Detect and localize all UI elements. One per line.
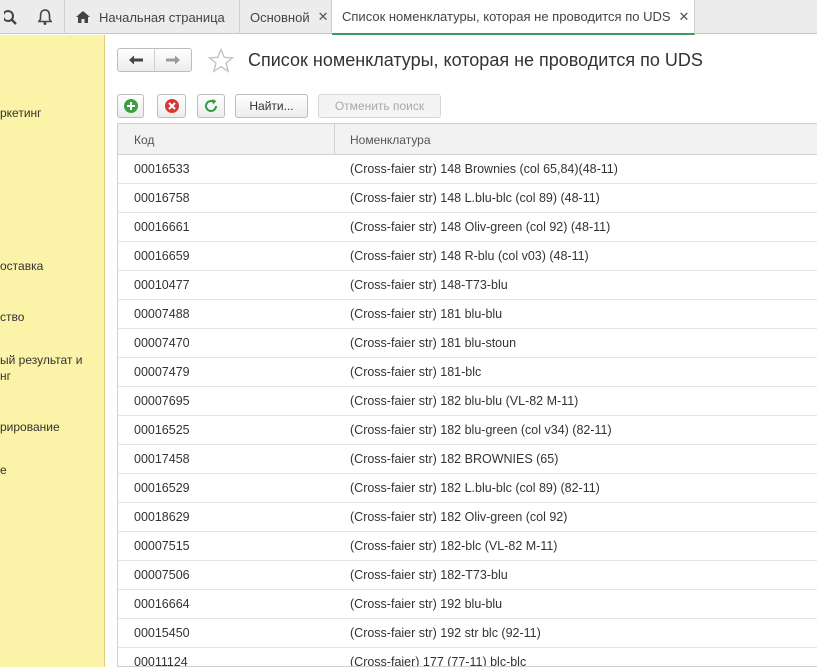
delete-button[interactable] — [157, 94, 186, 118]
table-row[interactable]: 00007470 (Cross-faier str) 181 blu-stoun — [118, 329, 817, 358]
close-icon[interactable]: ✕ — [679, 9, 690, 25]
cell-name: (Cross-faier str) 192 blu-blu — [350, 597, 503, 611]
table-row[interactable]: 00016529 (Cross-faier str) 182 L.blu-blc … — [118, 474, 817, 503]
cell-code: 00015450 — [134, 626, 190, 640]
delete-icon — [164, 98, 180, 114]
nav-buttons — [117, 48, 192, 72]
bell-icon[interactable] — [30, 0, 60, 34]
tab-main[interactable]: Основной ✕ — [240, 0, 332, 34]
tab-label: Основной — [250, 9, 310, 25]
sidebar-item-production[interactable]: ство — [0, 309, 104, 325]
cell-code: 00016533 — [134, 162, 190, 176]
cell-name: (Cross-faier str) 182-blc (VL-82 M-11) — [350, 539, 558, 553]
tab-home[interactable]: Начальная страница — [64, 0, 240, 34]
cell-name: (Cross-faier str) 182 BROWNIES (65) — [350, 452, 559, 466]
cell-name: (Cross-faier str) 182 blu-green (col v34… — [350, 423, 612, 437]
add-button[interactable] — [117, 94, 144, 118]
cell-code: 00016525 — [134, 423, 190, 437]
search-icon[interactable] — [0, 0, 26, 34]
cell-code: 00007470 — [134, 336, 190, 350]
star-icon[interactable] — [207, 47, 235, 76]
table-row[interactable]: 00011124 (Cross-faier) 177 (77-11) blc-bl… — [118, 648, 817, 667]
table-row[interactable]: 00015450 (Cross-faier str) 192 str blc (9… — [118, 619, 817, 648]
cell-code: 00007695 — [134, 394, 190, 408]
tab-label: Начальная страница — [99, 9, 225, 25]
cell-name: (Cross-faier str) 148 Brownies (col 65,8… — [350, 162, 618, 176]
cell-name: (Cross-faier str) 182 blu-blu (VL-82 M-1… — [350, 394, 579, 408]
cell-code: 00016661 — [134, 220, 190, 234]
sidebar-item-marketing[interactable]: ркетинг — [0, 105, 104, 121]
sidebar-item-other[interactable]: е — [0, 462, 104, 478]
items-table: Код Номенклатура 00016533 (Cross-faier st… — [117, 123, 817, 667]
cell-code: 00017458 — [134, 452, 190, 466]
forward-button[interactable] — [154, 49, 191, 71]
cell-name: (Cross-faier str) 148-T73-blu — [350, 278, 508, 292]
cell-code: 00007488 — [134, 307, 190, 321]
cell-name: (Cross-faier str) 182 Oliv-green (col 92… — [350, 510, 568, 524]
cell-name: (Cross-faier str) 182 L.blu-blc (col 89)… — [350, 481, 600, 495]
refresh-icon — [203, 98, 219, 114]
cell-name: (Cross-faier str) 181 blu-stoun — [350, 336, 517, 350]
cell-name: (Cross-faier str) 181-blc — [350, 365, 482, 379]
table-row[interactable]: 00016661 (Cross-faier str) 148 Oliv-green… — [118, 213, 817, 242]
table-row[interactable]: 00007479 (Cross-faier str) 181-blc — [118, 358, 817, 387]
column-header-name[interactable]: Номенклатура — [350, 124, 431, 155]
sidebar-item-financial-result-cont[interactable]: нг — [0, 368, 104, 384]
cell-code: 00016664 — [134, 597, 190, 611]
cell-code: 00007506 — [134, 568, 190, 582]
table-row[interactable]: 00007515 (Cross-faier str) 182-blc (VL-82… — [118, 532, 817, 561]
cell-name: (Cross-faier str) 181 blu-blu — [350, 307, 503, 321]
table-row[interactable]: 00007506 (Cross-faier str) 182-T73-blu — [118, 561, 817, 590]
find-button[interactable]: Найти... — [235, 94, 308, 118]
main-content: Список номенклатуры, которая не проводит… — [106, 35, 817, 667]
sidebar-item-financial-result[interactable]: ый результат и — [0, 352, 104, 368]
cell-code: 00016659 — [134, 249, 190, 263]
refresh-button[interactable] — [197, 94, 225, 118]
back-button[interactable] — [118, 49, 154, 71]
forward-arrow-icon — [165, 54, 181, 66]
cancel-search-button[interactable]: Отменить поиск — [318, 94, 441, 118]
table-header: Код Номенклатура — [118, 124, 817, 155]
column-header-code[interactable]: Код — [134, 124, 154, 155]
column-divider — [334, 124, 335, 155]
back-arrow-icon — [128, 54, 144, 66]
page-title: Список номенклатуры, которая не проводит… — [248, 50, 703, 70]
tab-uds-list[interactable]: Список номенклатуры, которая не проводит… — [332, 0, 695, 35]
table-row[interactable]: 00016659 (Cross-faier str) 148 R-blu (col… — [118, 242, 817, 271]
table-row[interactable]: 00010477 (Cross-faier str) 148-T73-blu — [118, 271, 817, 300]
home-icon — [75, 10, 91, 24]
cell-code: 00016758 — [134, 191, 190, 205]
cell-name: (Cross-faier str) 148 Oliv-green (col 92… — [350, 220, 611, 234]
cell-name: (Cross-faier str) 148 L.blu-blc (col 89)… — [350, 191, 600, 205]
cell-code: 00007515 — [134, 539, 190, 553]
sidebar-item-delivery[interactable]: оставка — [0, 258, 104, 274]
table-row[interactable]: 00007488 (Cross-faier str) 181 blu-blu — [118, 300, 817, 329]
cell-code: 00011124 — [134, 655, 188, 667]
table-body: 00016533 (Cross-faier str) 148 Brownies (… — [118, 155, 817, 667]
table-row[interactable]: 00018629 (Cross-faier str) 182 Oliv-green… — [118, 503, 817, 532]
cell-code: 00010477 — [134, 278, 190, 292]
sidebar-item-budgeting[interactable]: рирование — [0, 419, 104, 435]
table-row[interactable]: 00016533 (Cross-faier str) 148 Brownies (… — [118, 155, 817, 184]
close-icon[interactable]: ✕ — [318, 9, 329, 25]
cell-name: (Cross-faier str) 182-T73-blu — [350, 568, 508, 582]
table-row[interactable]: 00016525 (Cross-faier str) 182 blu-green … — [118, 416, 817, 445]
cell-code: 00007479 — [134, 365, 190, 379]
tab-label: Список номенклатуры, которая не проводит… — [342, 9, 671, 24]
add-icon — [123, 98, 139, 114]
table-row[interactable]: 00007695 (Cross-faier str) 182 blu-blu (V… — [118, 387, 817, 416]
sidebar: ркетинг оставка ство ый результат и нг р… — [0, 35, 105, 667]
cell-code: 00018629 — [134, 510, 190, 524]
table-row[interactable]: 00016664 (Cross-faier str) 192 blu-blu — [118, 590, 817, 619]
cell-name: (Cross-faier str) 148 R-blu (col v03) (4… — [350, 249, 589, 263]
cell-name: (Cross-faier str) 192 str blc (92-11) — [350, 626, 541, 640]
table-row[interactable]: 00016758 (Cross-faier str) 148 L.blu-blc … — [118, 184, 817, 213]
table-row[interactable]: 00017458 (Cross-faier str) 182 BROWNIES (… — [118, 445, 817, 474]
top-bar: Начальная страница Основной ✕ Список ном… — [0, 0, 817, 35]
cell-name: (Cross-faier) 177 (77-11) blc-blc — [350, 655, 527, 667]
cell-code: 00016529 — [134, 481, 190, 495]
